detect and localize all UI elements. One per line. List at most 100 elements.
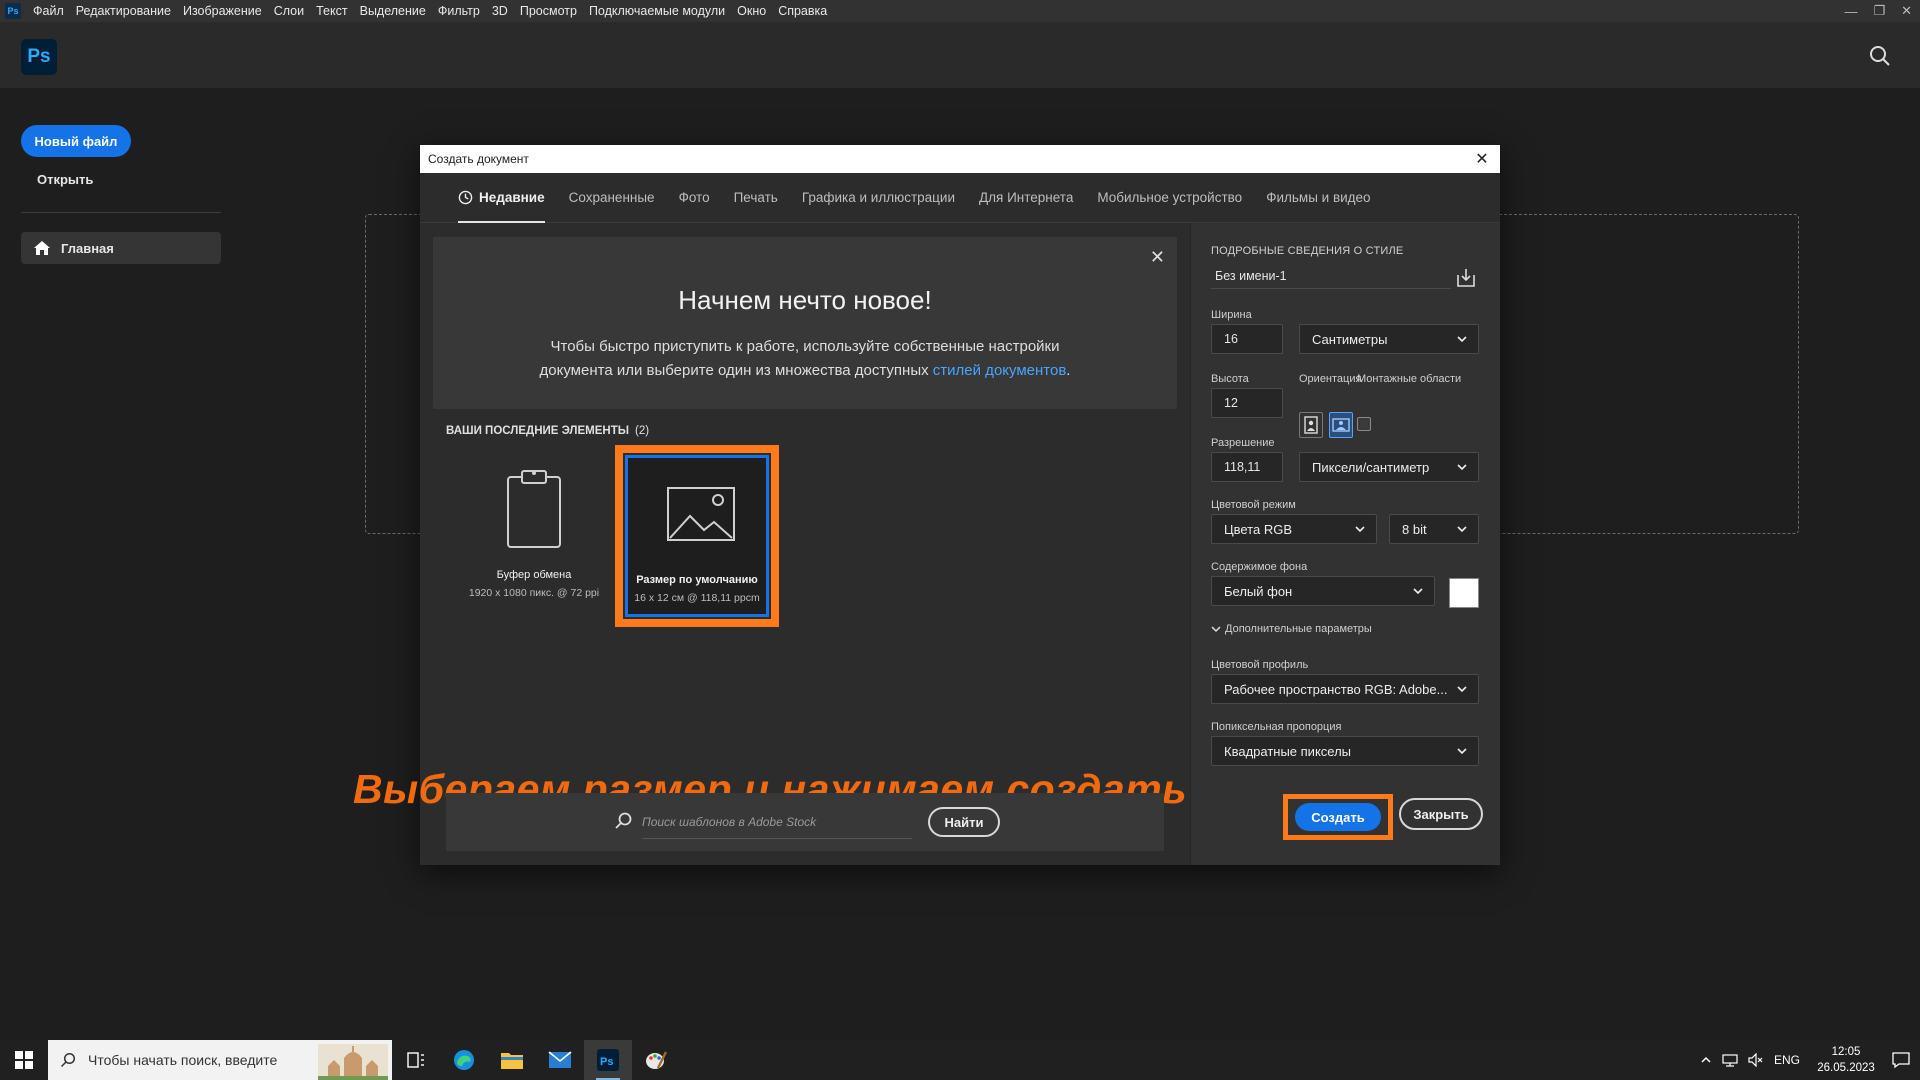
window-controls: — ❐ ✕: [1844, 0, 1912, 22]
notifications-icon[interactable]: [1892, 1051, 1910, 1069]
select-value: Белый фон: [1224, 583, 1293, 599]
tab-recent[interactable]: Недавние: [446, 173, 557, 223]
document-presets-link[interactable]: стилей документов: [933, 362, 1067, 379]
clock[interactable]: 12:05 26.05.2023: [1810, 1044, 1882, 1076]
chevron-down-icon: [1457, 686, 1467, 693]
color-mode-select[interactable]: Цвета RGB: [1211, 514, 1377, 544]
select-value: Квадратные пикселы: [1224, 743, 1352, 759]
recent-items-title: ВАШИ ПОСЛЕДНИЕ ЭЛЕМЕНТЫ: [446, 425, 629, 437]
resolution-input[interactable]: 118,11: [1211, 452, 1283, 482]
bit-depth-select[interactable]: 8 bit: [1389, 514, 1479, 544]
preset-clipboard[interactable]: Буфер обмена 1920 x 1080 пикс. @ 72 ppi: [452, 445, 616, 627]
menu-filter[interactable]: Фильтр: [432, 4, 486, 18]
landscape-orientation-button[interactable]: [1329, 412, 1353, 438]
menu-help[interactable]: Справка: [772, 4, 833, 18]
volume-muted-icon[interactable]: [1748, 1053, 1764, 1067]
tab-photo[interactable]: Фото: [667, 173, 722, 223]
presets-pane: ✕ Начнем нечто новое! Чтобы быстро прист…: [353, 223, 1190, 865]
preset-name: Буфер обмена: [496, 569, 572, 581]
chevron-down-icon: [1211, 626, 1221, 633]
language-indicator[interactable]: ENG: [1774, 1053, 1800, 1067]
tab-art-illustration[interactable]: Графика и иллюстрации: [790, 173, 967, 223]
restore-icon[interactable]: ❐: [1873, 3, 1885, 19]
menu-edit[interactable]: Редактирование: [70, 4, 177, 18]
width-input[interactable]: 16: [1211, 324, 1283, 354]
welcome-banner: ✕ Начнем нечто новое! Чтобы быстро прист…: [433, 237, 1177, 409]
windows-taskbar: Чтобы начать поиск, введите Ps ENG 12:05…: [0, 1040, 1920, 1080]
resolution-unit-select[interactable]: Пиксели/сантиметр: [1299, 452, 1479, 482]
network-icon[interactable]: [1722, 1053, 1738, 1067]
paint-icon[interactable]: [632, 1040, 680, 1080]
tab-print[interactable]: Печать: [722, 173, 790, 223]
svg-text:Ps: Ps: [600, 1056, 613, 1068]
width-unit-select[interactable]: Сантиметры: [1299, 324, 1479, 354]
sidebar-item-home[interactable]: Главная: [21, 232, 221, 264]
artboards-checkbox[interactable]: [1357, 417, 1371, 431]
file-explorer-icon[interactable]: [488, 1040, 536, 1080]
preset-details-pane: ПОДРОБНЫЕ СВЕДЕНИЯ О СТИЛЕ Без имени-1 Ш…: [1190, 223, 1500, 865]
find-button[interactable]: Найти: [928, 807, 1000, 837]
select-value: Цвета RGB: [1224, 521, 1292, 537]
preset-default-size[interactable]: Размер по умолчанию 16 x 12 см @ 118,11 …: [615, 445, 779, 627]
sidebar-item-label: Главная: [61, 240, 114, 256]
background-select[interactable]: Белый фон: [1211, 576, 1435, 606]
chevron-down-icon: [1457, 464, 1467, 471]
resolution-label: Разрешение: [1211, 437, 1275, 449]
menu-type[interactable]: Текст: [310, 4, 353, 18]
welcome-title: Начнем нечто новое!: [678, 285, 932, 315]
tab-web[interactable]: Для Интернета: [967, 173, 1085, 223]
select-value: Сантиметры: [1312, 331, 1388, 347]
menu-plugins[interactable]: Подключаемые модули: [583, 4, 731, 18]
height-input[interactable]: 12: [1211, 388, 1283, 418]
select-value: Рабочее пространство RGB: Adobe...: [1224, 681, 1448, 697]
chevron-down-icon: [1355, 526, 1365, 533]
close-banner-icon[interactable]: ✕: [1150, 247, 1165, 268]
taskbar-search[interactable]: Чтобы начать поиск, введите: [48, 1040, 392, 1080]
color-profile-select[interactable]: Рабочее пространство RGB: Adobe...: [1211, 674, 1479, 704]
start-button[interactable]: [0, 1040, 48, 1080]
close-button[interactable]: Закрыть: [1399, 798, 1483, 830]
tab-saved[interactable]: Сохраненные: [557, 173, 667, 223]
chevron-down-icon: [1457, 336, 1467, 343]
tab-mobile[interactable]: Мобильное устройство: [1085, 173, 1254, 223]
menu-layers[interactable]: Слои: [268, 4, 310, 18]
advanced-options-toggle[interactable]: Дополнительные параметры: [1211, 623, 1372, 635]
create-button[interactable]: Создать: [1295, 803, 1381, 831]
color-profile-label: Цветовой профиль: [1211, 659, 1309, 671]
menu-select[interactable]: Выделение: [354, 4, 432, 18]
preset-tabs: Недавние Сохраненные Фото Печать Графика…: [420, 173, 1500, 223]
menu-image[interactable]: Изображение: [177, 4, 268, 18]
stock-search-input[interactable]: [642, 805, 912, 839]
preset-selected-frame: Размер по умолчанию 16 x 12 см @ 118,11 …: [625, 455, 769, 617]
new-file-button[interactable]: Новый файл: [21, 125, 131, 157]
photoshop-icon[interactable]: Ps: [584, 1040, 632, 1080]
open-button[interactable]: Открыть: [37, 172, 93, 187]
minimize-icon[interactable]: —: [1844, 4, 1857, 19]
menu-window[interactable]: Окно: [731, 4, 772, 18]
background-color-swatch[interactable]: [1449, 578, 1479, 608]
portrait-icon: [1304, 416, 1318, 434]
task-view-icon[interactable]: [392, 1040, 440, 1080]
menu-3d[interactable]: 3D: [486, 4, 514, 18]
menu-view[interactable]: Просмотр: [514, 4, 583, 18]
sidebar-divider: [21, 212, 221, 213]
tab-label: Недавние: [479, 190, 545, 205]
save-preset-icon[interactable]: [1455, 267, 1477, 289]
portrait-orientation-button[interactable]: [1299, 412, 1323, 438]
chevron-up-icon[interactable]: [1700, 1054, 1712, 1066]
document-name-field[interactable]: Без имени-1: [1211, 263, 1451, 289]
photoshop-logo: Ps: [21, 39, 57, 75]
pixel-aspect-select[interactable]: Квадратные пикселы: [1211, 736, 1479, 766]
select-value: 8 bit: [1402, 521, 1427, 537]
menu-file[interactable]: Файл: [27, 4, 70, 18]
clipboard-icon: [507, 470, 561, 548]
mail-icon[interactable]: [536, 1040, 584, 1080]
artboards-label: Монтажные области: [1357, 373, 1462, 385]
create-button-highlight: Создать: [1283, 794, 1393, 840]
edge-icon[interactable]: [440, 1040, 488, 1080]
dialog-close-icon[interactable]: ✕: [1472, 149, 1492, 169]
search-icon[interactable]: [1868, 44, 1892, 68]
tab-film-video[interactable]: Фильмы и видео: [1254, 173, 1382, 223]
close-icon[interactable]: ✕: [1901, 3, 1912, 19]
new-document-dialog: Создать документ ✕ Недавние Сохраненные …: [353, 145, 1500, 865]
